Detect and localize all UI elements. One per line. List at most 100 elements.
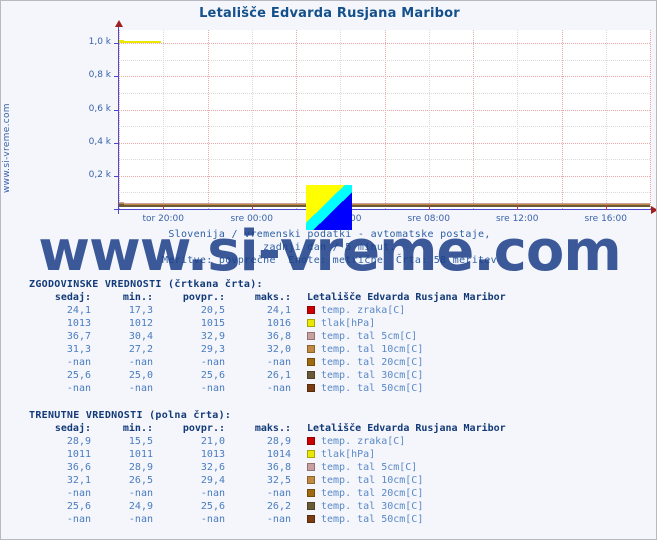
header-povpr: povpr.: bbox=[182, 423, 225, 434]
cell-sedaj: 25,6 bbox=[66, 501, 91, 512]
cell-min: -nan bbox=[128, 514, 153, 525]
table-row: 28,9 15,5 21,0 28,9 temp. zraka[C] bbox=[29, 435, 506, 448]
legend-color-swatch-icon bbox=[307, 502, 315, 510]
legend-entry: temp. zraka[C] bbox=[291, 304, 506, 317]
table-row: -nan -nan -nan -nan temp. tal 50cm[C] bbox=[29, 382, 506, 395]
legend-entry: temp. tal 20cm[C] bbox=[291, 356, 506, 369]
table-row: 24,1 17,3 20,5 24,1 temp. zraka[C] bbox=[29, 304, 506, 317]
cell-sedaj: 36,6 bbox=[66, 462, 91, 473]
current-values-title: TRENUTNE VREDNOSTI (polna črta): bbox=[29, 410, 232, 421]
cell-min: 1012 bbox=[128, 318, 153, 329]
legend-entry: temp. tal 30cm[C] bbox=[291, 500, 506, 513]
chart-page: Letališče Edvarda Rusjana Maribor www.si… bbox=[0, 0, 657, 540]
historical-values-table: sedaj: min.: povpr.: maks.: Letališče Ed… bbox=[29, 292, 506, 395]
legend-label: temp. tal 10cm[C] bbox=[321, 475, 424, 486]
legend-entry: temp. tal 10cm[C] bbox=[291, 343, 506, 356]
table-header-row: sedaj: min.: povpr.: maks.: Letališče Ed… bbox=[29, 423, 506, 435]
y-axis-arrow-icon bbox=[115, 20, 123, 27]
y-tick-mark bbox=[114, 175, 119, 177]
y-tick-mark bbox=[114, 43, 119, 45]
cell-povpr: 32,9 bbox=[200, 331, 225, 342]
header-maks: maks.: bbox=[254, 423, 291, 434]
legend-label: temp. tal 20cm[C] bbox=[321, 357, 424, 368]
header-maks: maks.: bbox=[254, 292, 291, 303]
legend-color-swatch-icon bbox=[307, 489, 315, 497]
y-tick-label: 0,2 k bbox=[88, 169, 111, 180]
cell-povpr: 29,3 bbox=[200, 344, 225, 355]
table-row: 36,6 28,9 32,6 36,8 temp. tal 5cm[C] bbox=[29, 461, 506, 474]
cell-min: 28,9 bbox=[128, 462, 153, 473]
cell-povpr: 25,6 bbox=[200, 501, 225, 512]
x-tick-label: tor 20:00 bbox=[142, 214, 185, 224]
legend-entry: tlak[hPa] bbox=[291, 317, 506, 330]
series-line-historical bbox=[119, 40, 650, 43]
table-row: 25,6 25,0 25,6 26,1 temp. tal 30cm[C] bbox=[29, 369, 506, 382]
legend-color-swatch-icon bbox=[307, 371, 315, 379]
legend-label: temp. tal 5cm[C] bbox=[321, 331, 418, 342]
cell-maks: 36,8 bbox=[266, 462, 291, 473]
y-tick-label: 0,8 k bbox=[88, 70, 111, 81]
x-tick-mark bbox=[251, 205, 253, 210]
cell-min: 30,4 bbox=[128, 331, 153, 342]
historical-values-block: ZGODOVINSKE VREDNOSTI (črtkana črta): se… bbox=[29, 279, 506, 395]
cell-maks: 32,0 bbox=[266, 344, 291, 355]
legend-entry: temp. tal 5cm[C] bbox=[291, 461, 506, 474]
legend-color-swatch-icon bbox=[307, 463, 315, 471]
plot-area bbox=[119, 30, 651, 209]
x-tick-label: sre 16:00 bbox=[584, 214, 628, 224]
x-axis-arrow-icon bbox=[651, 206, 656, 214]
x-tick-mark bbox=[428, 205, 430, 210]
page-title: Letališče Edvarda Rusjana Maribor bbox=[199, 6, 460, 21]
legend-label: tlak[hPa] bbox=[321, 449, 376, 460]
cell-maks: 28,9 bbox=[266, 436, 291, 447]
x-axis bbox=[114, 209, 653, 210]
legend-entry: tlak[hPa] bbox=[291, 448, 506, 461]
table-row: 36,7 30,4 32,9 36,8 temp. tal 5cm[C] bbox=[29, 330, 506, 343]
series-line-current bbox=[119, 41, 162, 44]
si-vreme-logo-icon bbox=[306, 185, 352, 230]
chart-subtitle-line3: Meritve: povprečne Enote: metrične Črta:… bbox=[162, 255, 497, 266]
legend-label: temp. tal 5cm[C] bbox=[321, 462, 418, 473]
legend-color-swatch-icon bbox=[307, 476, 315, 484]
cell-povpr: -nan bbox=[200, 383, 225, 394]
header-sedaj: sedaj: bbox=[54, 292, 91, 303]
plot-background bbox=[119, 30, 650, 209]
cell-maks: 36,8 bbox=[266, 331, 291, 342]
legend-color-swatch-icon bbox=[307, 384, 315, 392]
cell-povpr: 25,6 bbox=[200, 370, 225, 381]
y-tick-mark bbox=[114, 109, 119, 111]
y-tick-mark bbox=[114, 76, 119, 78]
x-tick-label: sre 12:00 bbox=[495, 214, 539, 224]
x-tick-label: sre 00:00 bbox=[230, 214, 274, 224]
cell-maks: 32,5 bbox=[266, 475, 291, 486]
cell-povpr: -nan bbox=[200, 514, 225, 525]
table-row: 25,6 24,9 25,6 26,2 temp. tal 30cm[C] bbox=[29, 500, 506, 513]
y-tick-label: 1,0 k bbox=[88, 37, 111, 48]
header-povpr: povpr.: bbox=[182, 292, 225, 303]
chart-subtitle-line1: Slovenija / vremenski podatki - avtomats… bbox=[168, 229, 491, 240]
legend-label: temp. tal 50cm[C] bbox=[321, 514, 424, 525]
cell-maks: -nan bbox=[266, 514, 291, 525]
legend-entry: temp. tal 30cm[C] bbox=[291, 369, 506, 382]
legend-entry: temp. tal 10cm[C] bbox=[291, 474, 506, 487]
site-watermark-vertical: www.si-vreme.com bbox=[2, 103, 12, 193]
legend-color-swatch-icon bbox=[307, 450, 315, 458]
legend-color-swatch-icon bbox=[307, 332, 315, 340]
legend-label: temp. zraka[C] bbox=[321, 305, 406, 316]
historical-values-title: ZGODOVINSKE VREDNOSTI (črtkana črta): bbox=[29, 279, 263, 290]
y-tick-mark bbox=[114, 142, 119, 144]
cell-maks: 24,1 bbox=[266, 305, 291, 316]
cell-min: -nan bbox=[128, 383, 153, 394]
cell-sedaj: -nan bbox=[66, 357, 91, 368]
header-min: min.: bbox=[122, 423, 153, 434]
x-tick-mark bbox=[517, 205, 519, 210]
cell-maks: -nan bbox=[266, 488, 291, 499]
legend-entry: temp. tal 5cm[C] bbox=[291, 330, 506, 343]
header-min: min.: bbox=[122, 292, 153, 303]
legend-label: temp. tal 50cm[C] bbox=[321, 383, 424, 394]
series-line-current bbox=[119, 204, 650, 207]
cell-sedaj: -nan bbox=[66, 514, 91, 525]
table-row: -nan -nan -nan -nan temp. tal 20cm[C] bbox=[29, 356, 506, 369]
cell-povpr: 32,6 bbox=[200, 462, 225, 473]
current-values-block: TRENUTNE VREDNOSTI (polna črta): sedaj: … bbox=[29, 410, 506, 526]
